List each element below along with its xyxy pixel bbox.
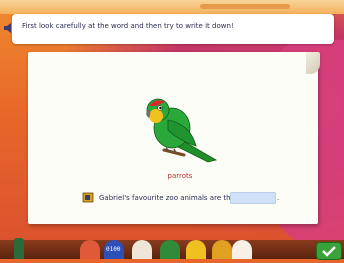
tool-button-7[interactable]: [232, 240, 252, 259]
book-icon[interactable]: [82, 192, 94, 203]
sentence-text: Gabriel's favourite zoo animals are the: [99, 194, 235, 202]
tool-button-4[interactable]: [160, 240, 180, 259]
target-word: parrots: [167, 172, 193, 180]
instruction-text: First look carefully at the word and the…: [22, 22, 234, 30]
tool-button-1[interactable]: [80, 240, 100, 259]
clock-label: 0100: [106, 246, 121, 253]
bottle-icon[interactable]: [14, 238, 24, 259]
tool-button-3[interactable]: [132, 240, 152, 259]
answer-input[interactable]: [230, 192, 276, 204]
speaker-icon[interactable]: [3, 22, 15, 34]
tool-button-5[interactable]: [186, 240, 206, 259]
top-strip: [0, 0, 344, 14]
tool-button-6[interactable]: [212, 240, 232, 259]
top-scroll-handle[interactable]: [200, 4, 290, 9]
parrot-illustration: [146, 98, 218, 163]
check-icon: [322, 246, 336, 257]
sentence-end: .: [277, 194, 280, 202]
check-button[interactable]: [316, 242, 342, 260]
